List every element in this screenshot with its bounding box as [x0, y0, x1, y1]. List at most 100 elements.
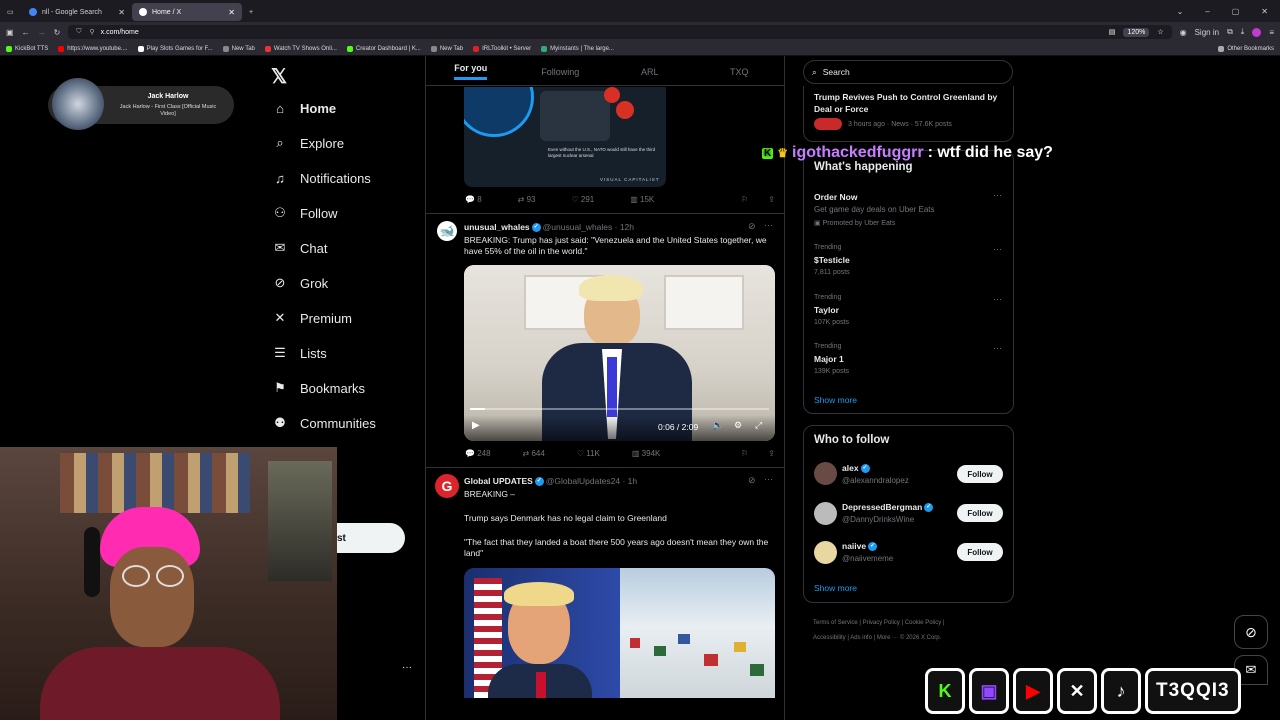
- volume-icon[interactable]: 🔈: [712, 420, 723, 431]
- download-icon[interactable]: ⤓: [1241, 27, 1245, 37]
- play-icon[interactable]: ▶: [472, 420, 480, 431]
- minimize-icon[interactable]: –: [1205, 7, 1209, 16]
- settings-icon[interactable]: ⚙: [734, 420, 742, 431]
- tab-overview-button[interactable]: ▭: [0, 3, 22, 21]
- bookmark-item[interactable]: Myinstants | The large...: [541, 45, 614, 52]
- grok-icon[interactable]: ⊘: [748, 221, 756, 232]
- search-input[interactable]: ⌕ Search: [803, 60, 1013, 84]
- avatar[interactable]: [814, 462, 837, 485]
- grok-icon[interactable]: ⊘: [748, 475, 756, 486]
- repost-button[interactable]: ⇄ 93: [518, 195, 536, 204]
- tab-following[interactable]: Following: [516, 58, 606, 85]
- bookmark-item[interactable]: Watch TV Shows Onli...: [264, 45, 337, 52]
- browser-tab-x[interactable]: Home / X ✕: [132, 3, 242, 21]
- close-window-icon[interactable]: ✕: [1261, 7, 1268, 16]
- views-button[interactable]: ▥ 15K: [630, 195, 654, 204]
- grok-float-button[interactable]: ⊘: [1234, 615, 1268, 649]
- tab-arl[interactable]: ARL: [605, 58, 695, 85]
- follow-button[interactable]: Follow: [957, 465, 1003, 483]
- zoom-badge[interactable]: 120%: [1123, 27, 1150, 37]
- trend-title[interactable]: $Testicle: [814, 255, 850, 265]
- footer-link[interactable]: Terms of Service: [813, 620, 858, 626]
- like-button[interactable]: ♡ 11K: [577, 449, 600, 458]
- show-more-link[interactable]: Show more: [814, 395, 857, 405]
- suggestion-name[interactable]: DepressedBergman ✓: [842, 502, 935, 513]
- video-progress-track[interactable]: [470, 408, 769, 410]
- tab-txq[interactable]: TXQ: [695, 58, 785, 85]
- bookmark-item[interactable]: New Tab: [222, 45, 255, 52]
- back-icon[interactable]: ←: [22, 28, 30, 37]
- bookmark-item[interactable]: https://www.youtube....: [58, 45, 128, 52]
- avatar[interactable]: [814, 541, 837, 564]
- news-card[interactable]: Trump Revives Push to Control Greenland …: [803, 86, 1014, 142]
- url-bar[interactable]: ⛉ ⚲ x.com/home ▤ 120% ☆: [68, 25, 1172, 39]
- tweet-author[interactable]: unusual_whales ✓ @unusual_whales · 12h: [464, 222, 634, 233]
- follow-button[interactable]: Follow: [957, 504, 1003, 522]
- more-icon[interactable]: ···: [993, 343, 1002, 353]
- nav-chat[interactable]: ✉ Chat: [272, 240, 328, 256]
- ad-title[interactable]: Order Now: [814, 192, 857, 202]
- maximize-icon[interactable]: ▢: [1232, 7, 1240, 16]
- show-more-link[interactable]: Show more: [814, 583, 857, 593]
- bookmark-item[interactable]: KickBot TTS: [6, 45, 48, 52]
- x-logo-icon[interactable]: 𝕏: [271, 64, 287, 89]
- nato-infographic[interactable]: Even without the U.S., NATO would still …: [464, 87, 666, 187]
- suggestion-name[interactable]: alex ✓: [842, 463, 872, 474]
- footer-link[interactable]: Accessibility: [813, 635, 846, 641]
- footer-link[interactable]: Cookie Policy: [905, 620, 941, 626]
- bookmark-icon[interactable]: ⚐: [741, 195, 748, 204]
- menu-icon[interactable]: ≡: [1269, 28, 1274, 37]
- follow-button[interactable]: Follow: [957, 543, 1003, 561]
- footer-link[interactable]: More ···: [877, 635, 898, 641]
- more-icon[interactable]: ···: [993, 244, 1002, 254]
- reader-icon[interactable]: ▤: [1109, 28, 1116, 36]
- more-options-icon[interactable]: ···: [402, 662, 412, 673]
- share-icon[interactable]: ⇪: [768, 449, 775, 458]
- nav-follow[interactable]: ⚇ Follow: [272, 205, 337, 221]
- nav-grok[interactable]: ⊘ Grok: [272, 275, 329, 291]
- forward-icon[interactable]: →: [38, 28, 46, 37]
- share-icon[interactable]: ⇪: [768, 195, 775, 204]
- footer-link[interactable]: Ads info: [850, 635, 872, 641]
- views-button[interactable]: ▥ 394K: [632, 449, 660, 458]
- tweet-author[interactable]: Global UPDATES ✓ @GlobalUpdates24 · 1h: [464, 476, 637, 487]
- browser-tab-google[interactable]: nll - Google Search ✕: [22, 3, 132, 21]
- bookmark-item[interactable]: IRLToolkit • Server: [473, 45, 531, 52]
- nav-premium[interactable]: ✕ Premium: [272, 310, 352, 326]
- profile-avatar[interactable]: [1252, 27, 1262, 37]
- extensions-icon[interactable]: ⧉: [1227, 27, 1233, 37]
- more-icon[interactable]: ···: [993, 294, 1002, 304]
- nav-lists[interactable]: ☰ Lists: [272, 345, 327, 361]
- bookmark-item[interactable]: Play Slots Games for F...: [137, 45, 213, 52]
- more-icon[interactable]: ···: [993, 190, 1002, 200]
- video-player[interactable]: ▶ 0:06 / 2:09 🔈 ⚙ ⤢: [464, 265, 775, 441]
- nav-home[interactable]: ⌂ Home: [272, 100, 336, 116]
- more-icon[interactable]: ···: [764, 220, 773, 230]
- avatar[interactable]: 🐋: [437, 221, 457, 241]
- new-tab-button[interactable]: +: [242, 3, 260, 21]
- tab-for-you[interactable]: For you: [426, 58, 516, 85]
- bookmark-icon[interactable]: ⚐: [741, 449, 748, 458]
- avatar[interactable]: [814, 502, 837, 525]
- nav-communities[interactable]: ⚉ Communities: [272, 415, 376, 431]
- footer-link[interactable]: Privacy Policy: [863, 620, 900, 626]
- trend-title[interactable]: Taylor: [814, 305, 839, 315]
- nav-bookmarks[interactable]: ⚑ Bookmarks: [272, 380, 365, 396]
- close-tab-icon[interactable]: ✕: [118, 8, 125, 17]
- tweet-image[interactable]: [464, 568, 775, 698]
- trend-title[interactable]: Major 1: [814, 354, 844, 364]
- avatar[interactable]: G: [435, 474, 459, 498]
- fullscreen-icon[interactable]: ⤢: [755, 420, 762, 431]
- more-icon[interactable]: ···: [764, 474, 773, 484]
- site-info-icon[interactable]: ⚲: [90, 28, 95, 36]
- close-tab-icon[interactable]: ✕: [228, 8, 235, 17]
- like-button[interactable]: ♡ 291: [571, 195, 594, 204]
- bookmark-item[interactable]: Creator Dashboard | K...: [346, 45, 421, 52]
- sign-in-label[interactable]: Sign in: [1195, 28, 1219, 37]
- chevron-down-icon[interactable]: ⌄: [1177, 7, 1184, 16]
- sidebar-toggle-icon[interactable]: ▣: [6, 28, 14, 37]
- nav-explore[interactable]: ⌕ Explore: [272, 135, 344, 151]
- other-bookmarks[interactable]: Other Bookmarks: [1218, 45, 1274, 52]
- reload-icon[interactable]: ↻: [54, 28, 61, 37]
- nav-notifications[interactable]: ♫ Notifications: [272, 170, 371, 186]
